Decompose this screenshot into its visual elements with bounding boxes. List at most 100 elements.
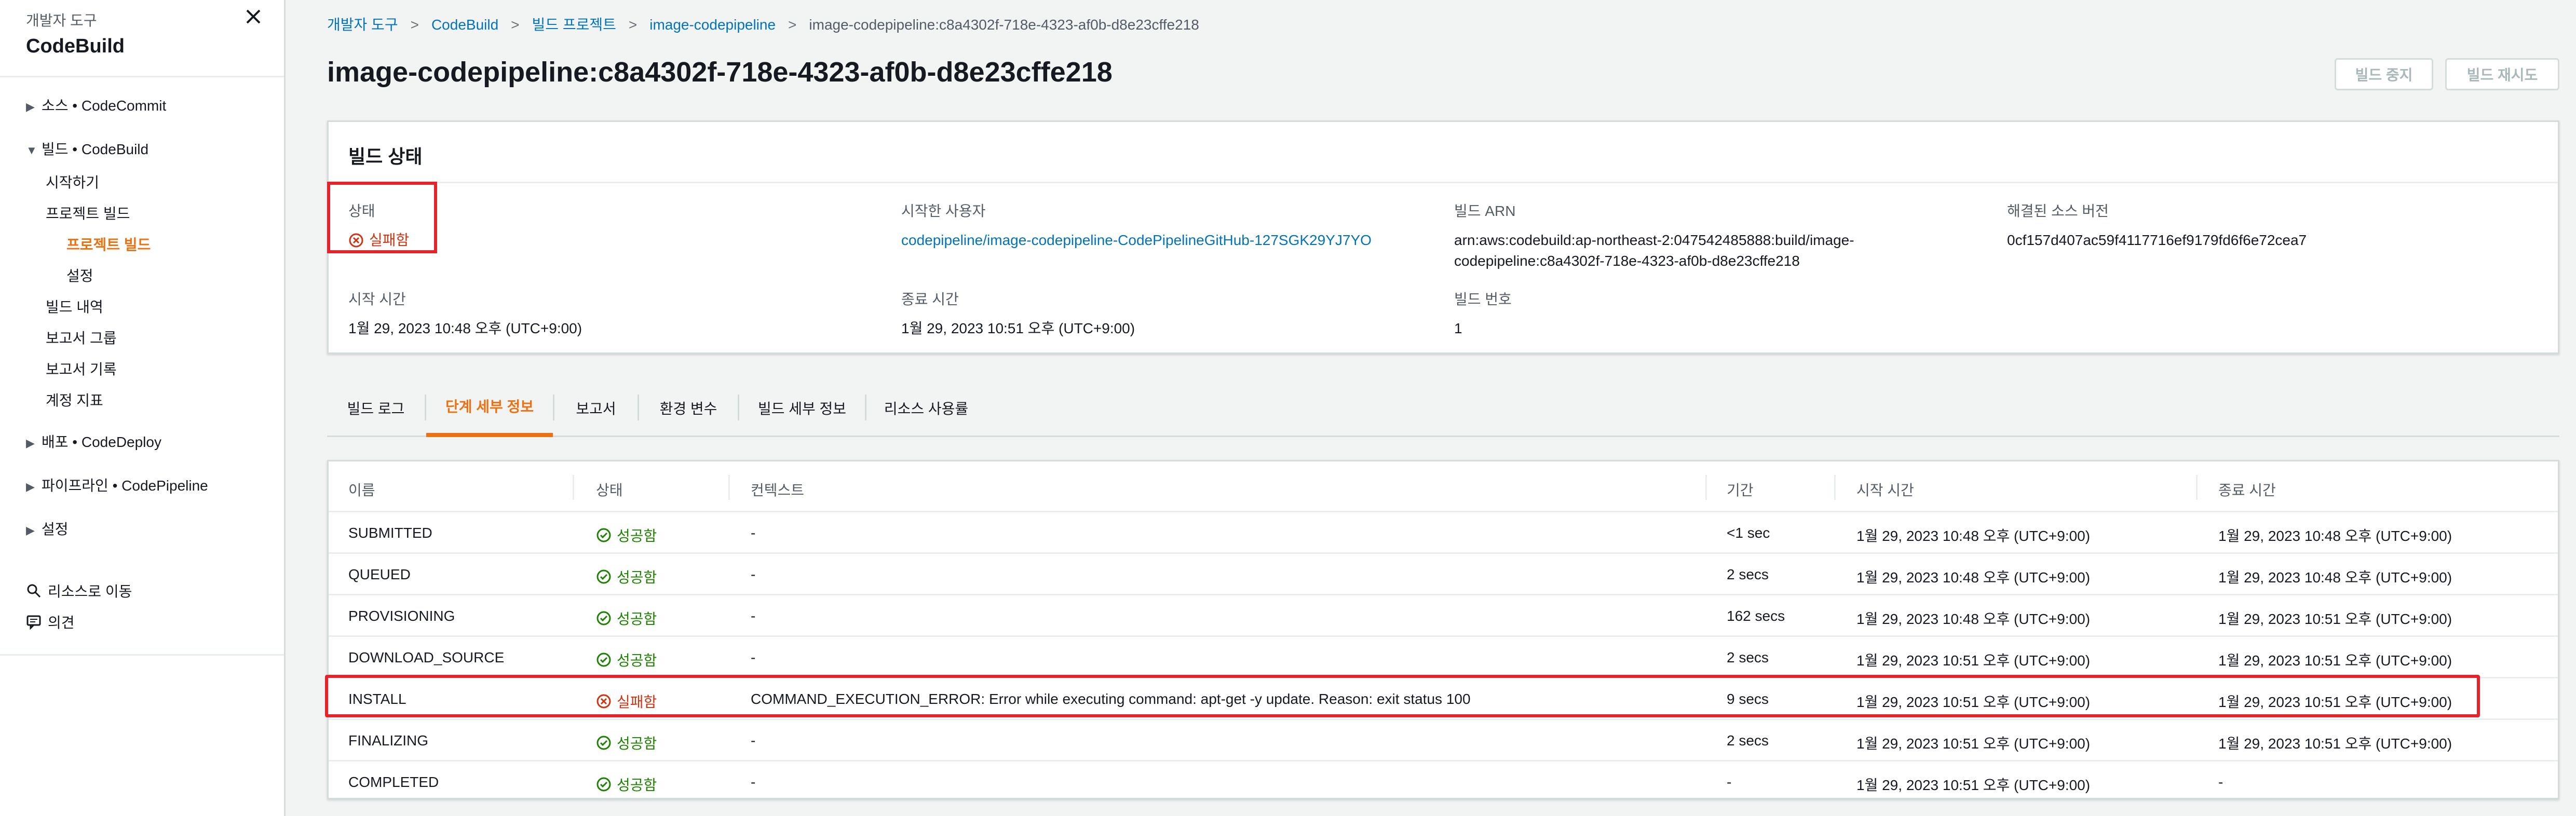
end-time-label: 종료 시간 xyxy=(901,291,959,307)
feedback-icon xyxy=(26,615,41,630)
phase-start-time: 1월 29, 2023 10:51 오후 (UTC+9:00) xyxy=(1856,652,2091,669)
build-number-label: 빌드 번호 xyxy=(1454,291,1512,307)
sidebar-item-build-project-active[interactable]: 프로젝트 빌드 xyxy=(66,234,151,254)
page-title: image-codepipeline:c8a4302f-718e-4323-af… xyxy=(327,57,1113,88)
breadcrumb-developer-tools[interactable]: 개발자 도구 xyxy=(327,17,398,33)
sidebar-parent-link[interactable]: 개발자 도구 xyxy=(26,9,125,30)
start-time-label: 시작 시간 xyxy=(348,291,406,307)
sidebar-divider xyxy=(0,654,284,656)
sidebar-section-source[interactable]: ▶ 소스 • CodeCommit xyxy=(26,94,166,115)
sidebar-section-build[interactable]: ▼ 빌드 • CodeBuild xyxy=(26,138,148,159)
install-row-highlight-box xyxy=(325,675,2480,717)
chevron-right-icon: > xyxy=(788,17,797,33)
column-header-status[interactable]: 상태 xyxy=(596,479,623,500)
sidebar-section-label: 설정 xyxy=(42,521,69,537)
phase-status: 성공함 xyxy=(596,649,657,670)
breadcrumb-project[interactable]: image-codepipeline xyxy=(649,17,776,33)
phase-name: SUBMITTED xyxy=(348,525,432,541)
sidebar-item-getting-started[interactable]: 시작하기 xyxy=(46,171,99,192)
success-icon xyxy=(596,777,611,792)
breadcrumb: 개발자 도구 > CodeBuild > 빌드 프로젝트 > image-codepipel… xyxy=(327,13,1199,34)
sidebar-title[interactable]: CodeBuild xyxy=(26,35,125,58)
column-separator xyxy=(573,475,574,500)
sidebar-section-settings[interactable]: ▶ 설정 xyxy=(26,518,69,539)
column-header-duration[interactable]: 기간 xyxy=(1727,479,1754,500)
sidebar-section-pipeline[interactable]: ▶ 파이프라인 • CodePipeline xyxy=(26,474,208,495)
start-time-field: 시작 시간 1월 29, 2023 10:48 오후 (UTC+9:00) xyxy=(348,288,867,339)
success-icon xyxy=(596,652,611,667)
source-version-value: 0cf157d407ac59f4117716ef9179fd6f6e72cea7 xyxy=(2007,232,2307,248)
tab-phase-details[interactable]: 단계 세부 정보 xyxy=(426,379,553,437)
phase-status-label: 성공함 xyxy=(617,652,657,669)
phase-duration: <1 sec xyxy=(1727,525,1770,541)
phase-context: - xyxy=(751,525,756,541)
build-arn-field: 빌드 ARN arn:aws:codebuild:ap-northeast-2:… xyxy=(1454,200,1973,271)
column-separator xyxy=(2196,475,2198,500)
table-row: FINALIZING 성공함 - 2 secs 1월 29, 2023 10:5… xyxy=(329,720,2558,761)
chevron-right-icon: > xyxy=(628,17,638,33)
breadcrumb-build-projects[interactable]: 빌드 프로젝트 xyxy=(532,17,616,33)
phase-start-time: 1월 29, 2023 10:51 오후 (UTC+9:00) xyxy=(1856,736,2091,752)
build-arn-label: 빌드 ARN xyxy=(1454,203,1516,219)
chevron-right-icon: > xyxy=(410,17,419,33)
phase-status: 성공함 xyxy=(596,608,657,629)
phase-context: - xyxy=(751,732,756,749)
stop-build-button[interactable]: 빌드 중지 xyxy=(2335,58,2433,90)
build-status-title: 빌드 상태 xyxy=(348,146,423,167)
sidebar-section-deploy[interactable]: ▶ 배포 • CodeDeploy xyxy=(26,431,161,452)
retry-build-button[interactable]: 빌드 재시도 xyxy=(2445,58,2559,90)
table-row: COMPLETED 성공함 - - 1월 29, 2023 10:51 오후 (… xyxy=(329,761,2558,803)
phase-name: DOWNLOAD_SOURCE xyxy=(348,649,505,665)
source-version-label: 해결된 소스 버전 xyxy=(2007,203,2109,219)
build-status-header: 빌드 상태 xyxy=(329,122,2558,183)
table-row: PROVISIONING 성공함 - 162 secs 1월 29, 2023 … xyxy=(329,595,2558,637)
feedback-link[interactable]: 의견 xyxy=(26,611,75,632)
column-header-end-time[interactable]: 종료 시간 xyxy=(2218,479,2276,500)
go-to-resource-link[interactable]: 리소스로 이동 xyxy=(26,580,132,601)
caret-right-icon: ▶ xyxy=(26,480,35,493)
sidebar-item-build-history[interactable]: 빌드 내역 xyxy=(46,296,103,317)
breadcrumb-codebuild[interactable]: CodeBuild xyxy=(431,17,498,33)
table-row: DOWNLOAD_SOURCE 성공함 - 2 secs 1월 29, 2023… xyxy=(329,637,2558,678)
build-arn-line: arn:aws:codebuild:ap-northeast-2:0475424… xyxy=(1454,232,1854,248)
phase-name: FINALIZING xyxy=(348,732,429,749)
phase-end-time: 1월 29, 2023 10:51 오후 (UTC+9:00) xyxy=(2218,736,2452,752)
tab-build-details[interactable]: 빌드 세부 정보 xyxy=(739,379,865,437)
tab-resource-utilization[interactable]: 리소스 사용률 xyxy=(866,379,986,437)
column-header-start-time[interactable]: 시작 시간 xyxy=(1856,479,1914,500)
tab-build-logs[interactable]: 빌드 로그 xyxy=(327,379,425,437)
sidebar-item-build-projects[interactable]: 프로젝트 빌드 xyxy=(46,202,130,223)
sidebar-item-settings-sub[interactable]: 설정 xyxy=(66,265,93,285)
phase-status: 성공함 xyxy=(596,732,657,753)
search-icon xyxy=(27,584,41,598)
initiator-link[interactable]: codepipeline/image-codepipeline-CodePipe… xyxy=(901,230,1420,251)
column-header-name[interactable]: 이름 xyxy=(348,479,375,500)
sidebar-header: 개발자 도구 CodeBuild xyxy=(26,9,125,58)
tab-reports[interactable]: 보고서 xyxy=(554,379,638,437)
phase-status: 성공함 xyxy=(596,774,657,795)
phase-end-time: 1월 29, 2023 10:51 오후 (UTC+9:00) xyxy=(2218,652,2452,669)
close-sidebar-button[interactable] xyxy=(243,6,264,27)
column-separator xyxy=(728,475,730,500)
sidebar-section-label: 소스 • CodeCommit xyxy=(42,98,167,114)
tab-environment-variables[interactable]: 환경 변수 xyxy=(639,379,738,437)
phase-duration: 2 secs xyxy=(1727,649,1769,665)
source-version-field: 해결된 소스 버전 0cf157d407ac59f4117716ef9179fd… xyxy=(2007,200,2526,251)
phase-status: 성공함 xyxy=(596,566,657,587)
caret-right-icon: ▶ xyxy=(26,524,35,537)
column-header-context[interactable]: 컨텍스트 xyxy=(751,479,804,500)
phase-name: QUEUED xyxy=(348,566,411,582)
success-icon xyxy=(596,611,611,625)
table-header: 이름 상태 컨텍스트 기간 시작 시간 종료 시간 xyxy=(329,461,2558,512)
feedback-label: 의견 xyxy=(48,615,75,631)
sidebar-item-account-metrics[interactable]: 계정 지표 xyxy=(46,389,103,410)
table-row: SUBMITTED 성공함 - <1 sec 1월 29, 2023 10:48… xyxy=(329,512,2558,554)
chevron-right-icon: > xyxy=(511,17,520,33)
column-separator xyxy=(1705,475,1707,500)
phase-status: 성공함 xyxy=(596,525,657,546)
sidebar-section-label: 파이프라인 • CodePipeline xyxy=(42,478,208,494)
sidebar-item-report-groups[interactable]: 보고서 그룹 xyxy=(46,327,117,348)
sidebar-item-report-history[interactable]: 보고서 기록 xyxy=(46,358,117,379)
phase-status-label: 성공함 xyxy=(617,569,657,586)
phase-status-label: 성공함 xyxy=(617,528,657,544)
